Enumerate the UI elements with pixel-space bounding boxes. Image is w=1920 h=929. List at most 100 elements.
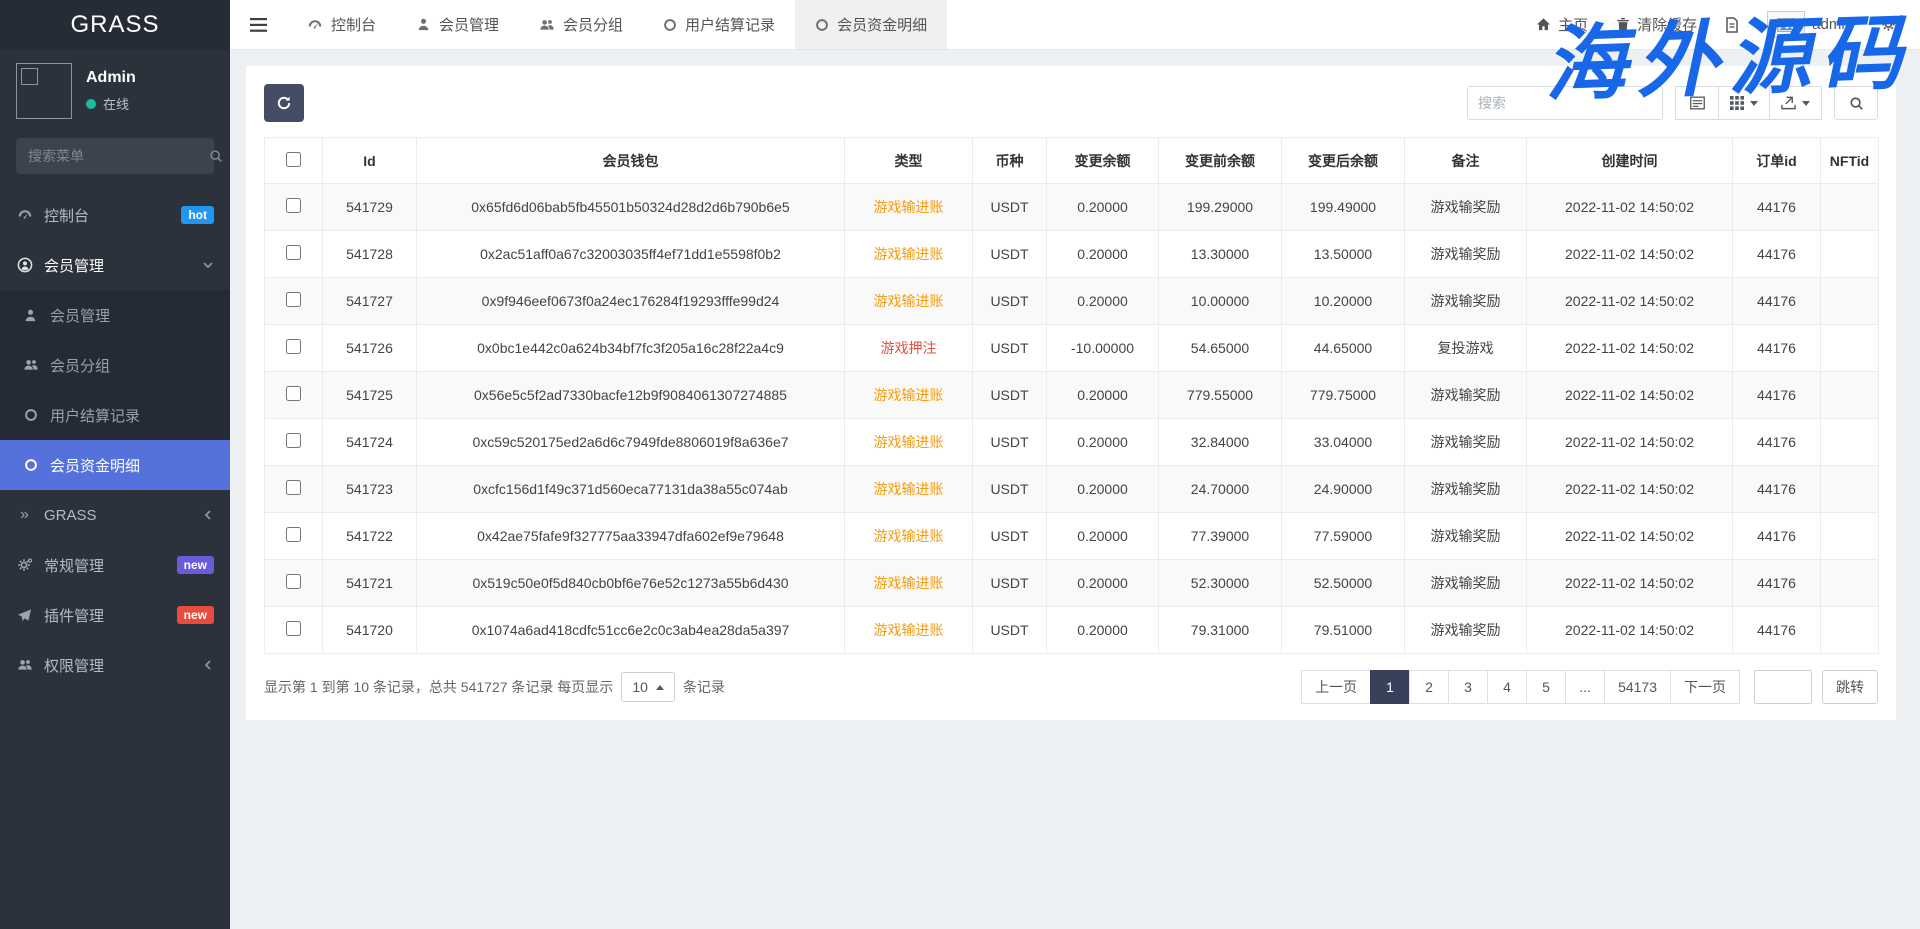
page-button-5[interactable]: 5 — [1526, 670, 1566, 704]
export-button[interactable] — [1769, 86, 1822, 120]
select-all-header — [265, 138, 323, 184]
column-header[interactable]: NFTid — [1821, 138, 1879, 184]
columns-button[interactable] — [1718, 86, 1770, 120]
sidebar-item-settlement-records[interactable]: 用户结算记录 — [0, 390, 230, 440]
column-header[interactable]: 订单id — [1733, 138, 1821, 184]
cell-nft_id — [1821, 184, 1879, 231]
tab-settlement-records[interactable]: 用户结算记录 — [643, 0, 795, 49]
user-menu[interactable]: admin — [1767, 11, 1853, 38]
row-checkbox[interactable] — [286, 527, 301, 542]
table-search-input[interactable] — [1467, 86, 1663, 120]
advanced-search-button[interactable] — [1834, 86, 1878, 120]
page: GRASS Admin 在线 控制台 hot — [0, 0, 1920, 929]
row-checkbox[interactable] — [286, 245, 301, 260]
page-size-select[interactable]: 10 — [621, 672, 675, 702]
paper-plane-icon — [16, 608, 33, 623]
row-checkbox[interactable] — [286, 480, 301, 495]
sidebar-item-label: 常规管理 — [44, 555, 104, 576]
cell-wallet: 0x42ae75fafe9f327775aa33947dfa602ef9e796… — [417, 513, 845, 560]
sidebar-item-member-management-parent[interactable]: 会员管理 — [0, 240, 230, 290]
tab-label: 会员分组 — [563, 14, 623, 35]
cell-currency: USDT — [973, 184, 1047, 231]
row-checkbox[interactable] — [286, 198, 301, 213]
prev-page-button[interactable]: 上一页 — [1301, 670, 1371, 704]
row-checkbox[interactable] — [286, 433, 301, 448]
next-page-button[interactable]: 下一页 — [1670, 670, 1740, 704]
pagination: 上一页 1 2 3 4 5 ... 54173 下一页 跳转 — [1301, 670, 1878, 704]
refresh-icon — [276, 95, 292, 111]
table-row: 5417220x42ae75fafe9f327775aa33947dfa602e… — [265, 513, 1879, 560]
jump-button[interactable]: 跳转 — [1822, 670, 1878, 704]
table-header-row: Id会员钱包类型币种变更余额变更前余额变更后余额备注创建时间订单idNFTid — [265, 138, 1879, 184]
content-area: Id会员钱包类型币种变更余额变更前余额变更后余额备注创建时间订单idNFTid … — [230, 50, 1920, 929]
sidebar-search-input[interactable] — [28, 148, 209, 164]
page-button-last[interactable]: 54173 — [1604, 670, 1671, 704]
cell-type: 游戏输进账 — [845, 231, 973, 278]
clear-cache-link[interactable]: 清除缓存 — [1616, 14, 1697, 35]
column-header[interactable]: 类型 — [845, 138, 973, 184]
page-button-2[interactable]: 2 — [1409, 670, 1449, 704]
row-checkbox[interactable] — [286, 339, 301, 354]
page-ellipsis[interactable]: ... — [1565, 670, 1605, 704]
export-icon — [1781, 96, 1796, 110]
row-checkbox[interactable] — [286, 621, 301, 636]
column-header[interactable]: 变更后余额 — [1282, 138, 1405, 184]
cell-order_id: 44176 — [1733, 231, 1821, 278]
user-icon — [22, 308, 39, 323]
settings-menu[interactable] — [1881, 16, 1898, 33]
home-label: 主页 — [1558, 14, 1588, 35]
tab-label: 会员管理 — [439, 14, 499, 35]
tab-member-management[interactable]: 会员管理 — [396, 0, 519, 49]
cell-type: 游戏输进账 — [845, 278, 973, 325]
cell-nft_id — [1821, 513, 1879, 560]
column-header[interactable]: 变更前余额 — [1159, 138, 1282, 184]
cell-type: 游戏输进账 — [845, 372, 973, 419]
home-link[interactable]: 主页 — [1536, 14, 1588, 35]
docs-link[interactable] — [1725, 17, 1739, 33]
row-checkbox[interactable] — [286, 386, 301, 401]
cell-id: 541724 — [323, 419, 417, 466]
page-button-4[interactable]: 4 — [1487, 670, 1527, 704]
sidebar-item-member-management[interactable]: 会员管理 — [0, 290, 230, 340]
menu-toggle-button[interactable] — [230, 0, 287, 49]
sidebar-item-general-settings[interactable]: 常规管理 new — [0, 540, 230, 590]
sidebar-item-label: GRASS — [44, 507, 97, 524]
row-checkbox[interactable] — [286, 292, 301, 307]
cell-before: 199.29000 — [1159, 184, 1282, 231]
sidebar-item-permission-management[interactable]: 权限管理 — [0, 640, 230, 690]
detail-view-button[interactable] — [1675, 86, 1719, 120]
jump-page-input[interactable] — [1754, 670, 1812, 704]
column-header[interactable]: 备注 — [1405, 138, 1527, 184]
column-header[interactable]: 变更余额 — [1047, 138, 1159, 184]
sidebar-item-label: 会员管理 — [44, 255, 104, 276]
username-label: admin — [1812, 16, 1853, 33]
cell-remark: 游戏输奖励 — [1405, 607, 1527, 654]
sidebar-item-plugin-management[interactable]: 插件管理 new — [0, 590, 230, 640]
tab-dashboard[interactable]: 控制台 — [287, 0, 396, 49]
users-icon — [16, 657, 33, 673]
tab-member-groups[interactable]: 会员分组 — [519, 0, 643, 49]
cell-after: 779.75000 — [1282, 372, 1405, 419]
cell-select — [265, 325, 323, 372]
tab-member-funds-detail[interactable]: 会员资金明细 — [795, 0, 947, 49]
column-header[interactable]: Id — [323, 138, 417, 184]
column-header[interactable]: 币种 — [973, 138, 1047, 184]
page-button-1[interactable]: 1 — [1370, 670, 1410, 704]
select-all-checkbox[interactable] — [286, 152, 301, 167]
sidebar-item-dashboard[interactable]: 控制台 hot — [0, 190, 230, 240]
brand-logo[interactable]: GRASS — [0, 0, 230, 50]
page-button-3[interactable]: 3 — [1448, 670, 1488, 704]
users-icon — [22, 357, 39, 373]
cell-amount: 0.20000 — [1047, 184, 1159, 231]
sidebar-item-member-funds-detail[interactable]: 会员资金明细 — [0, 440, 230, 490]
cell-wallet: 0x519c50e0f5d840cb0bf6e76e52c1273a55b6d4… — [417, 560, 845, 607]
sidebar-item-grass[interactable]: » GRASS — [0, 490, 230, 540]
user-icon — [416, 17, 431, 32]
sidebar-item-member-groups[interactable]: 会员分组 — [0, 340, 230, 390]
column-header[interactable]: 创建时间 — [1527, 138, 1733, 184]
sidebar-item-label: 会员分组 — [50, 355, 110, 376]
cell-created: 2022-11-02 14:50:02 — [1527, 325, 1733, 372]
column-header[interactable]: 会员钱包 — [417, 138, 845, 184]
refresh-button[interactable] — [264, 84, 304, 122]
row-checkbox[interactable] — [286, 574, 301, 589]
